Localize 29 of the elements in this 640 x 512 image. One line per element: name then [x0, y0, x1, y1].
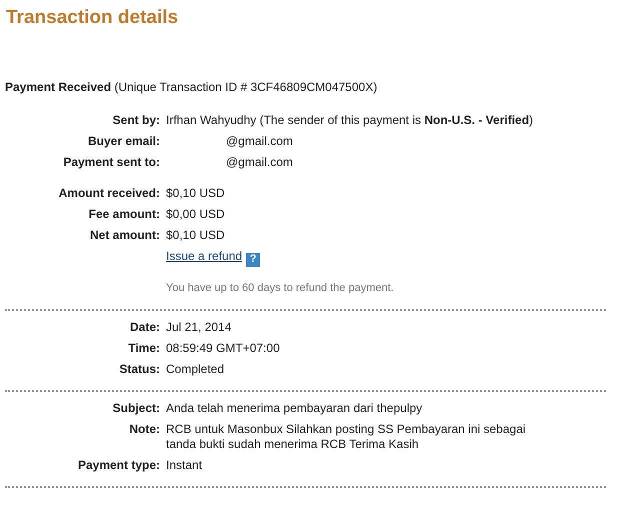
field-label: Fee amount: — [88, 207, 160, 222]
field-label: Payment type: — [76, 458, 160, 472]
field-value: RCB untuk Masonbux Silahkan posting SS Pembayaran ini sebagai tanda bukti sudah menerima RCB Terima Kasih — [165, 422, 527, 452]
field-value: @gmail.com — [226, 134, 293, 148]
field-label: Net amount: — [89, 228, 160, 243]
field-label: Time: — [127, 340, 160, 356]
refund-hint: You have up to 60 days to refund the payment. — [165, 280, 394, 296]
field-label: Sent by: — [112, 113, 160, 128]
field-label: Amount received: — [58, 186, 160, 201]
field-label: Note: — [128, 422, 160, 438]
field-label: Date: — [128, 320, 160, 334]
field-value: $0,00 USD — [165, 207, 225, 222]
field-label: Status: — [118, 362, 160, 376]
field-value: Jul 21, 2014 — [165, 320, 232, 334]
help-icon[interactable]: ? — [246, 252, 260, 266]
field-value: Anda telah menerima pembayaran dari thepulpy — [165, 400, 422, 416]
page-title: Transaction details — [6, 6, 180, 30]
field-value: Irfhan Wahyudhy (The sender of this payment is Non-U.S. - Verified) — [165, 113, 534, 128]
field-value: 08:59:49 GMT+07:00 — [165, 340, 280, 356]
field-value: @gmail.com — [226, 155, 293, 169]
summary-line: Payment Received (Unique Transaction ID # 3CF46809CM047500X) — [5, 79, 378, 96]
field-value: $0,10 USD — [165, 228, 225, 243]
field-value: $0,10 USD — [165, 186, 225, 201]
refund-link[interactable]: Issue a refund — [166, 249, 242, 263]
field-label: Subject: — [112, 400, 160, 416]
field-label: Payment sent to: — [62, 155, 160, 170]
field-label: Buyer email: — [86, 134, 160, 149]
field-value: Instant — [165, 458, 202, 472]
field-value: Completed — [165, 362, 224, 376]
